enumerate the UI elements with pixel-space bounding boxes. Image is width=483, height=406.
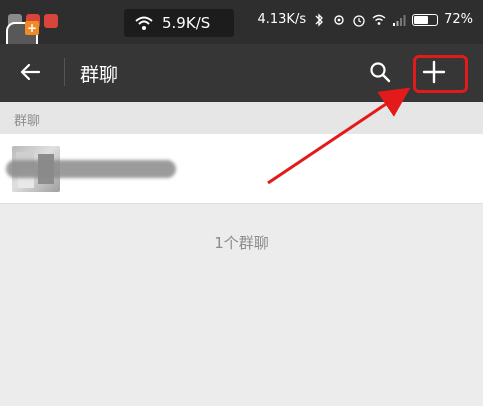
arrow-left-icon bbox=[20, 63, 41, 81]
wifi-icon bbox=[372, 14, 386, 25]
plus-badge-icon: + bbox=[25, 21, 39, 35]
title-bar: 群聊 bbox=[0, 44, 483, 102]
battery-percent: 72% bbox=[444, 12, 473, 27]
bluetooth-icon bbox=[315, 12, 324, 27]
net-speed-primary: 5.9K/S bbox=[162, 14, 211, 32]
group-count: 1个群聊 bbox=[214, 234, 269, 252]
battery-icon bbox=[412, 13, 439, 26]
app-notification-icon bbox=[44, 14, 58, 28]
page-title: 群聊 bbox=[80, 64, 119, 86]
group-name-redacted bbox=[6, 160, 176, 178]
add-group-button[interactable] bbox=[418, 56, 450, 88]
back-button[interactable] bbox=[14, 56, 46, 88]
search-icon bbox=[370, 62, 391, 83]
section-label: 群聊 bbox=[14, 114, 41, 129]
status-bar: 5.9K/S 4.13K/s 72% bbox=[0, 0, 483, 44]
plus-icon bbox=[422, 60, 446, 84]
signal-strength-icon bbox=[393, 14, 406, 26]
section-header: 群聊 bbox=[0, 102, 483, 134]
alarm-clock-icon bbox=[353, 14, 365, 27]
battery-level-fill bbox=[414, 15, 429, 24]
system-status: 4.13K/s 72% bbox=[257, 12, 473, 27]
net-speed-indicator: 5.9K/S bbox=[124, 9, 234, 37]
group-list-item[interactable] bbox=[0, 134, 483, 204]
title-divider bbox=[64, 58, 65, 86]
net-speed-secondary: 4.13K/s bbox=[257, 12, 307, 27]
search-button[interactable] bbox=[364, 56, 396, 88]
settings-gear-icon bbox=[334, 14, 344, 25]
wifi-icon bbox=[135, 16, 153, 30]
